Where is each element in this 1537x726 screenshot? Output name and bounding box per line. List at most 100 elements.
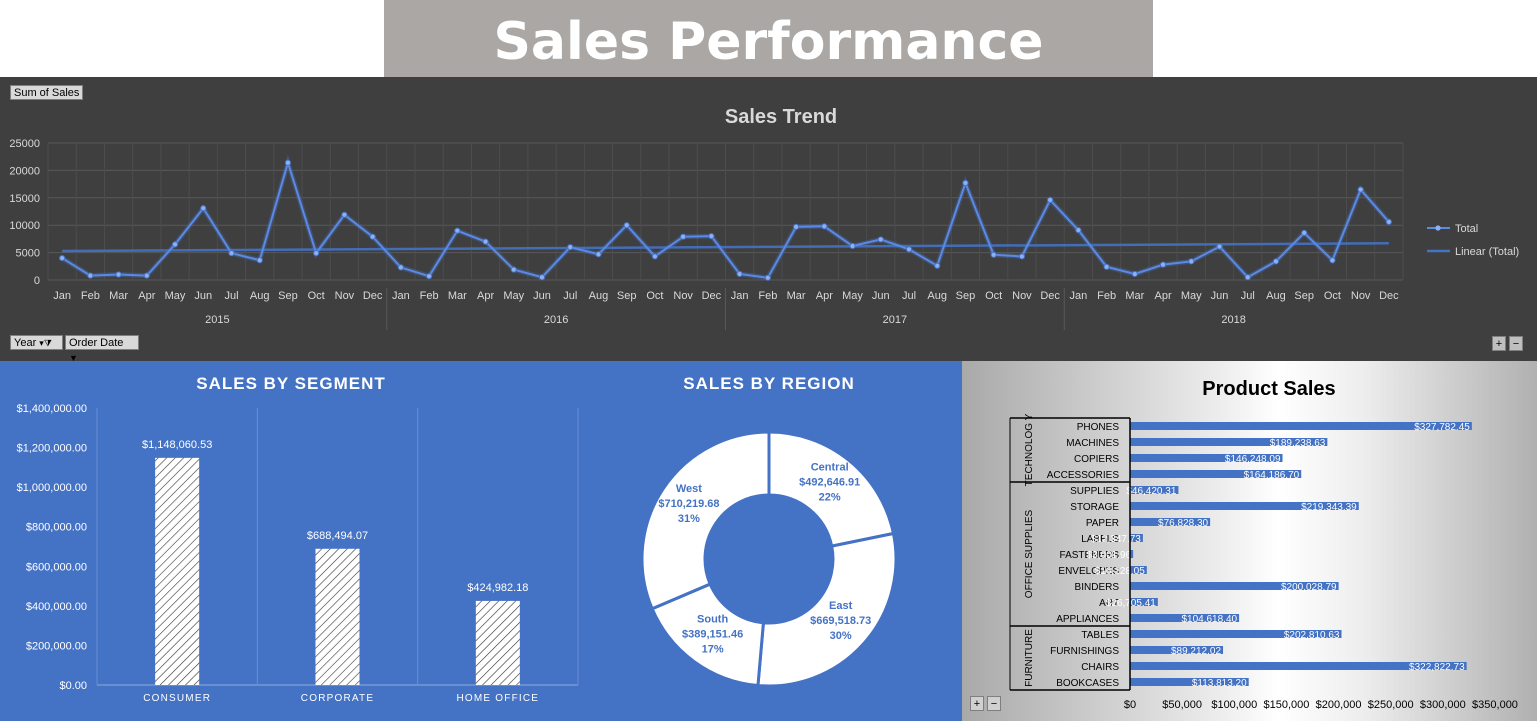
product-bar-value-label: $202,810.63 bbox=[1284, 630, 1340, 641]
month-tick-label: Jul bbox=[902, 290, 916, 302]
month-tick-label: May bbox=[842, 290, 863, 302]
product-x-tick-label: $100,000 bbox=[1211, 699, 1257, 711]
product-x-tick-label: $150,000 bbox=[1263, 699, 1309, 711]
product-x-tick-label: $50,000 bbox=[1162, 699, 1202, 711]
product-bar-value-label: $104,618.40 bbox=[1181, 614, 1237, 625]
month-tick-label: Sep bbox=[956, 290, 976, 302]
year-tick-label: 2015 bbox=[205, 314, 229, 326]
total-point bbox=[313, 250, 320, 257]
y-tick-label: 5000 bbox=[16, 248, 40, 260]
product-bar-value-label: $200,028.79 bbox=[1281, 582, 1337, 593]
month-tick-label: May bbox=[1181, 290, 1202, 302]
month-tick-label: Apr bbox=[1154, 290, 1171, 302]
product-sales-panel: Product Sales PHONES $327,782.45 MACHINES $1… bbox=[962, 361, 1537, 721]
year-tick-label: 2018 bbox=[1221, 314, 1245, 326]
segment-bar bbox=[315, 548, 360, 685]
product-category-label: PHONES bbox=[1077, 422, 1120, 433]
product-expand-button[interactable]: + bbox=[970, 696, 984, 711]
segment-bar bbox=[475, 600, 520, 685]
total-point bbox=[200, 205, 207, 212]
total-point bbox=[87, 272, 94, 279]
product-bar-value-label: $327,782.45 bbox=[1414, 422, 1470, 433]
total-point bbox=[1385, 218, 1392, 226]
product-category-label: APPLIANCES bbox=[1056, 614, 1119, 625]
total-point bbox=[792, 223, 800, 230]
order-date-filter-label: Order Date bbox=[69, 337, 124, 349]
region-slice-name: Central bbox=[811, 462, 849, 474]
total-point bbox=[821, 223, 828, 230]
product-x-tick-label: $250,000 bbox=[1368, 699, 1414, 711]
total-point bbox=[143, 272, 150, 279]
product-group-label: OFFICE SUPPLIES bbox=[1024, 509, 1035, 598]
segment-region-panel: SALES BY SEGMENT $0.00 $200,000.00 $400,000… bbox=[0, 361, 962, 721]
total-point bbox=[538, 274, 546, 281]
month-tick-label: Jun bbox=[194, 290, 212, 302]
region-slice-value: $669,518.73 bbox=[810, 615, 871, 627]
month-tick-label: Jun bbox=[872, 290, 890, 302]
collapse-field-button[interactable]: − bbox=[1509, 336, 1523, 351]
sales-trend-chart: Sales Trend 0 5000 10000 15000 20000 25000 Jan F… bbox=[9, 106, 1519, 330]
product-bar-value-label: $12,347.73 bbox=[1091, 534, 1141, 545]
month-tick-label: Aug bbox=[250, 290, 270, 302]
region-slice-value: $492,646.91 bbox=[799, 477, 860, 489]
total-point bbox=[397, 264, 404, 271]
product-category-label: MACHINES bbox=[1066, 438, 1119, 449]
month-tick-label: Sep bbox=[617, 290, 637, 302]
total-point bbox=[284, 159, 292, 166]
month-tick-label: Mar bbox=[1125, 290, 1144, 302]
filter-icon: ▾⧩ bbox=[39, 338, 52, 348]
product-category-label: BINDERS bbox=[1075, 582, 1120, 593]
total-point bbox=[849, 242, 856, 250]
month-tick-label: Feb bbox=[1097, 290, 1116, 302]
region-slice-percent: 30% bbox=[830, 630, 852, 642]
product-category-label: BOOKCASES bbox=[1056, 678, 1119, 689]
total-point bbox=[990, 251, 997, 258]
year-filter-button[interactable]: Year ▾⧩ bbox=[10, 335, 63, 350]
month-tick-label: Oct bbox=[646, 290, 663, 302]
month-tick-label: May bbox=[165, 290, 186, 302]
sum-of-sales-field-button[interactable]: Sum of Sales bbox=[10, 85, 84, 100]
month-tick-label: Nov bbox=[1351, 290, 1371, 302]
total-point bbox=[1131, 270, 1138, 278]
y-tick-label: 10000 bbox=[9, 220, 40, 232]
month-tick-label: Nov bbox=[335, 290, 355, 302]
total-point bbox=[171, 241, 179, 248]
segment-category-label: HOME OFFICE bbox=[457, 693, 540, 704]
expand-field-button[interactable]: + bbox=[1492, 336, 1506, 351]
segment-bar bbox=[155, 457, 200, 685]
total-point bbox=[482, 238, 489, 245]
month-tick-label: Jul bbox=[224, 290, 238, 302]
product-chart-title: Product Sales bbox=[1202, 378, 1335, 400]
month-tick-label: Jan bbox=[731, 290, 749, 302]
legend-total-label: Total bbox=[1455, 223, 1478, 235]
month-tick-label: Dec bbox=[1040, 290, 1060, 302]
region-slice-name: West bbox=[676, 483, 702, 495]
segment-chart-title: SALES BY SEGMENT bbox=[196, 374, 386, 393]
month-tick-label: Apr bbox=[138, 290, 155, 302]
total-point bbox=[59, 254, 66, 262]
region-slice-value: $710,219.68 bbox=[658, 498, 719, 510]
product-bar-value-label: $46,420.31 bbox=[1126, 486, 1176, 497]
month-tick-label: Sep bbox=[278, 290, 298, 302]
month-tick-label: Oct bbox=[985, 290, 1002, 302]
total-point bbox=[1018, 253, 1026, 260]
total-point bbox=[1329, 257, 1336, 264]
month-tick-label: Jul bbox=[563, 290, 577, 302]
year-tick-label: 2016 bbox=[544, 314, 568, 326]
total-point bbox=[651, 253, 659, 260]
segment-y-tick-label: $200,000.00 bbox=[26, 640, 87, 652]
total-point bbox=[1301, 229, 1308, 236]
product-bar-value-label: $164,186.70 bbox=[1244, 470, 1300, 481]
month-tick-label: Feb bbox=[81, 290, 100, 302]
product-bar-value-label: $189,238.63 bbox=[1270, 438, 1326, 449]
product-collapse-button[interactable]: − bbox=[987, 696, 1001, 711]
month-tick-label: Mar bbox=[787, 290, 806, 302]
order-date-filter-button[interactable]: Order Date ▼ bbox=[65, 335, 139, 363]
month-tick-label: Mar bbox=[448, 290, 467, 302]
month-tick-label: Oct bbox=[1324, 290, 1341, 302]
total-point bbox=[1103, 263, 1110, 270]
sales-trend-panel: Sales Trend 0 5000 10000 15000 20000 25000 Jan F… bbox=[0, 77, 1537, 363]
total-point bbox=[1047, 196, 1054, 204]
product-bar-value-label: $89,212.02 bbox=[1171, 646, 1221, 657]
legend-total-marker bbox=[1435, 225, 1441, 231]
